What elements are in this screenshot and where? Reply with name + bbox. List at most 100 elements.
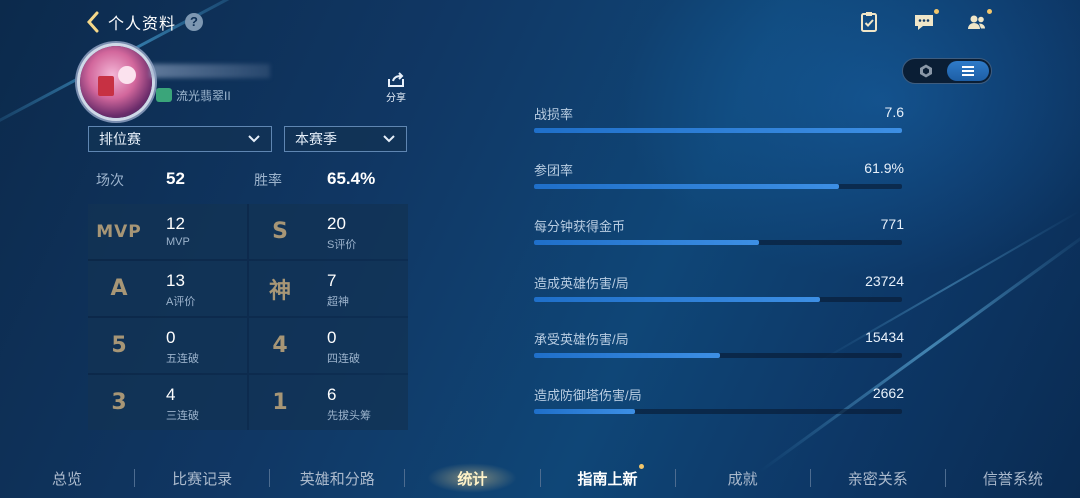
tab-guide-new[interactable]: 指南上新: [541, 463, 675, 489]
achievement-value: 7: [327, 271, 337, 290]
avatar[interactable]: [80, 46, 152, 118]
share-icon: [388, 72, 404, 87]
stat-bar-fill: [534, 184, 839, 189]
achievement-value: 0: [327, 328, 337, 347]
season-select[interactable]: 本赛季: [284, 126, 407, 152]
clipboard-check-icon[interactable]: [858, 11, 880, 33]
stat-name: 承受英雄伤害/局: [534, 332, 629, 347]
stat-value: 15434: [865, 329, 904, 345]
stat-value: 61.9%: [864, 160, 904, 176]
stat-name: 造成英雄伤害/局: [534, 276, 629, 291]
a-rating-icon: A: [110, 276, 128, 301]
rank-text: 流光翡翠II: [176, 89, 231, 103]
back-button[interactable]: 个人资料: [86, 10, 176, 34]
achievement-s-rating[interactable]: S 20 S评价: [249, 204, 408, 259]
chevron-down-icon: [383, 135, 395, 143]
stat-name: 战损率: [534, 107, 574, 122]
achievement-value: 6: [327, 385, 337, 404]
stat-bar: [534, 240, 902, 245]
tab-overview[interactable]: 总览: [0, 468, 134, 489]
quadra-kill-icon: 4: [272, 333, 288, 358]
avatar-art: [118, 66, 136, 84]
stat-bar-fill: [534, 297, 820, 302]
help-icon[interactable]: ?: [185, 13, 203, 31]
hexagon-icon: [920, 64, 932, 78]
tab-credit-system[interactable]: 信誉系统: [946, 468, 1080, 489]
mode-select[interactable]: 排位赛: [88, 126, 272, 152]
tab-statistics[interactable]: 统计: [405, 468, 539, 489]
mode-select-value: 排位赛: [99, 131, 141, 147]
s-rating-icon: S: [272, 219, 288, 244]
achievement-value: 4: [166, 385, 176, 404]
rank-icon: [156, 88, 172, 102]
share-label: 分享: [386, 93, 406, 104]
stat-bar: [534, 353, 902, 358]
page-title: 个人资料: [108, 16, 177, 33]
achievement-a-rating[interactable]: A 13 A评价: [88, 261, 247, 316]
achievement-value: 13: [166, 271, 185, 290]
achievement-value: 12: [166, 214, 185, 233]
achievement-triple-kill[interactable]: 3 4 三连破: [88, 375, 247, 430]
achievement-value: 0: [166, 328, 176, 347]
stat-bar: [534, 409, 902, 414]
chat-bubble-icon[interactable]: [913, 9, 939, 33]
notification-dot: [638, 463, 644, 469]
winrate-value: 65.4%: [327, 169, 376, 188]
tab-relationships[interactable]: 亲密关系: [811, 468, 945, 489]
triple-kill-icon: 3: [111, 390, 127, 415]
stat-value: 23724: [865, 273, 904, 289]
stat-value: 7.6: [884, 104, 904, 120]
achievement-label: 五连破: [166, 353, 199, 365]
stat-value: 771: [880, 216, 904, 232]
notification-dot: [934, 9, 939, 14]
achievement-mvp[interactable]: MVP 12 MVP: [88, 204, 247, 259]
radar-view-button[interactable]: [905, 61, 947, 81]
achievement-label: 先拔头筹: [327, 410, 371, 422]
achievement-label: 三连破: [166, 410, 199, 422]
tab-achievements[interactable]: 成就: [676, 468, 810, 489]
achievement-first-blood[interactable]: 1 6 先拔头筹: [249, 375, 408, 430]
achievement-label: S评价: [327, 239, 357, 251]
first-blood-icon: 1: [272, 390, 288, 415]
chevron-left-icon: [86, 11, 99, 33]
stat-bar-fill: [534, 128, 902, 133]
stat-name: 每分钟获得金币: [534, 219, 626, 234]
season-select-value: 本赛季: [295, 131, 337, 147]
stat-value: 2662: [872, 385, 904, 401]
achievement-label: 四连破: [327, 353, 360, 365]
achievement-legendary[interactable]: 神 7 超神: [249, 261, 408, 316]
games-value: 52: [166, 169, 185, 188]
stat-bar-fill: [534, 353, 721, 358]
stat-name: 造成防御塔伤害/局: [534, 388, 642, 403]
share-button[interactable]: 分享: [386, 72, 406, 104]
stat-bar: [534, 184, 902, 189]
player-name-blurred: [150, 64, 270, 78]
chevron-down-icon: [248, 135, 260, 143]
achievement-penta-kill[interactable]: 5 0 五连破: [88, 318, 247, 373]
achievement-label: 超神: [327, 296, 349, 308]
achievement-quadra-kill[interactable]: 4 0 四连破: [249, 318, 408, 373]
achievement-label: A评价: [166, 296, 196, 308]
friends-icon[interactable]: [966, 9, 992, 33]
tab-match-history[interactable]: 比赛记录: [135, 468, 269, 489]
list-icon: [962, 66, 974, 76]
stat-bar: [534, 128, 902, 133]
legendary-icon: 神: [268, 278, 291, 304]
achievement-grid: MVP 12 MVP S 20 S评价 A 13 A评价 神 7 超神 5 0 …: [88, 204, 408, 430]
mvp-icon: MVP: [96, 221, 142, 242]
achievement-label: MVP: [166, 236, 190, 248]
bottom-nav: 总览 比赛记录 英雄和分路 统计 指南上新 成就 亲密关系 信誉系统: [0, 458, 1080, 498]
list-view-button[interactable]: [947, 61, 989, 81]
avatar-art: [98, 76, 114, 96]
tab-label: 指南上新: [577, 470, 638, 488]
stat-name: 参团率: [534, 163, 574, 178]
penta-kill-icon: 5: [111, 333, 127, 358]
stat-bar: [534, 297, 902, 302]
games-label: 场次: [96, 172, 124, 188]
view-toggle[interactable]: [902, 58, 992, 84]
winrate-label: 胜率: [254, 172, 282, 188]
notification-dot: [987, 9, 992, 14]
stat-bar-fill: [534, 409, 635, 414]
tab-heroes-lanes[interactable]: 英雄和分路: [270, 468, 404, 489]
stat-bar-fill: [534, 240, 760, 245]
